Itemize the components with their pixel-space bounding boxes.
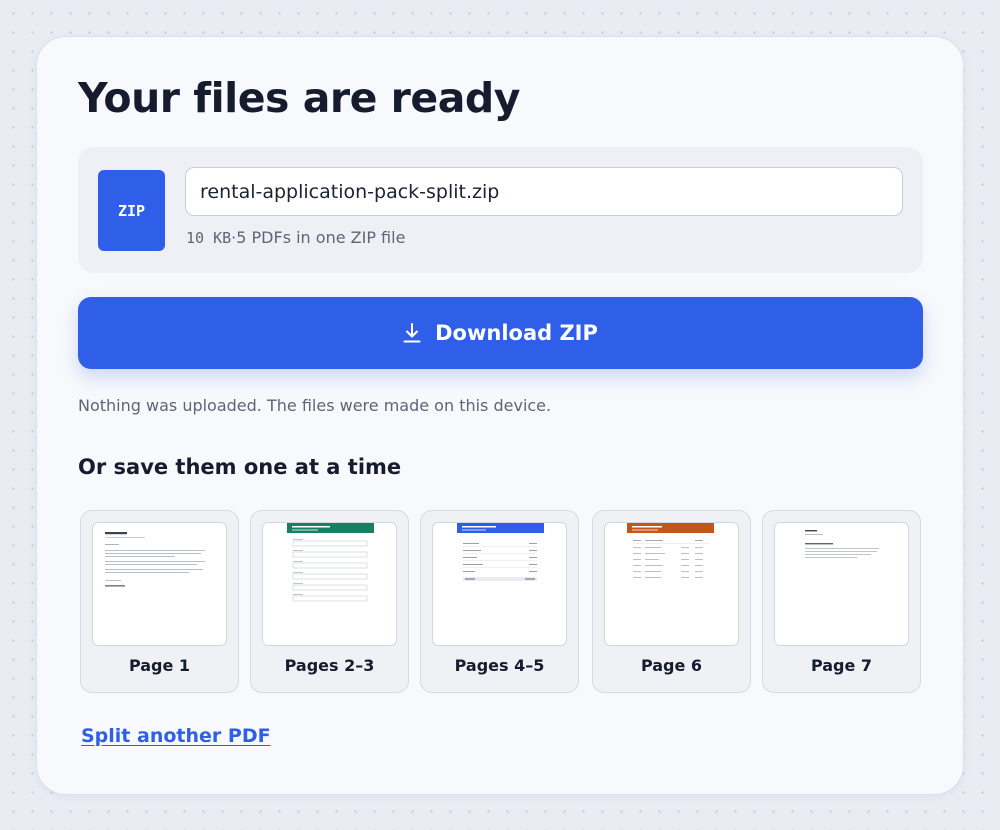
page-preview-thumbnail xyxy=(92,522,227,646)
individual-files-heading: Or save them one at a time xyxy=(78,455,402,479)
file-tile-page-6[interactable]: Page 6 xyxy=(592,510,751,693)
split-another-pdf-link[interactable]: Split another PDF xyxy=(81,725,271,747)
file-tile-label: Page 1 xyxy=(128,656,191,675)
file-tile-pages-2-3[interactable]: Pages 2–3 xyxy=(250,510,409,693)
page-preview-thumbnail xyxy=(774,522,909,646)
zip-file-panel: ZIP 10 KB·5 PDFs in one ZIP file xyxy=(78,147,923,273)
page-title: Your files are ready xyxy=(78,74,520,122)
page-preview-thumbnail xyxy=(432,522,567,646)
zip-file-size: 10 KB xyxy=(186,229,232,247)
file-tile-page-1[interactable]: Page 1 xyxy=(80,510,239,693)
page-preview-thumbnail xyxy=(604,522,739,646)
file-tile-label: Pages 4–5 xyxy=(454,656,545,675)
results-card: Your files are ready ZIP 10 KB·5 PDFs in… xyxy=(36,36,964,795)
zip-file-meta: 10 KB·5 PDFs in one ZIP file xyxy=(186,228,405,247)
zip-filename-input[interactable] xyxy=(185,167,903,216)
file-tile-label: Page 7 xyxy=(810,656,873,675)
file-tile-pages-4-5[interactable]: Pages 4–5 xyxy=(420,510,579,693)
download-zip-button[interactable]: Download ZIP xyxy=(78,297,923,369)
file-tile-label: Pages 2–3 xyxy=(284,656,375,675)
zip-file-description: 5 PDFs in one ZIP file xyxy=(236,228,406,247)
file-tile-label: Page 6 xyxy=(640,656,703,675)
page-preview-thumbnail xyxy=(262,522,397,646)
file-tile-page-7[interactable]: Page 7 xyxy=(762,510,921,693)
zip-file-icon: ZIP xyxy=(98,170,165,251)
download-icon xyxy=(403,323,421,343)
individual-files-list: Page 1 Pages 2–3 Pages 4–5 Page 6 Page 7 xyxy=(80,510,922,693)
privacy-notice: Nothing was uploaded. The files were mad… xyxy=(78,396,552,415)
download-button-label: Download ZIP xyxy=(435,321,598,345)
